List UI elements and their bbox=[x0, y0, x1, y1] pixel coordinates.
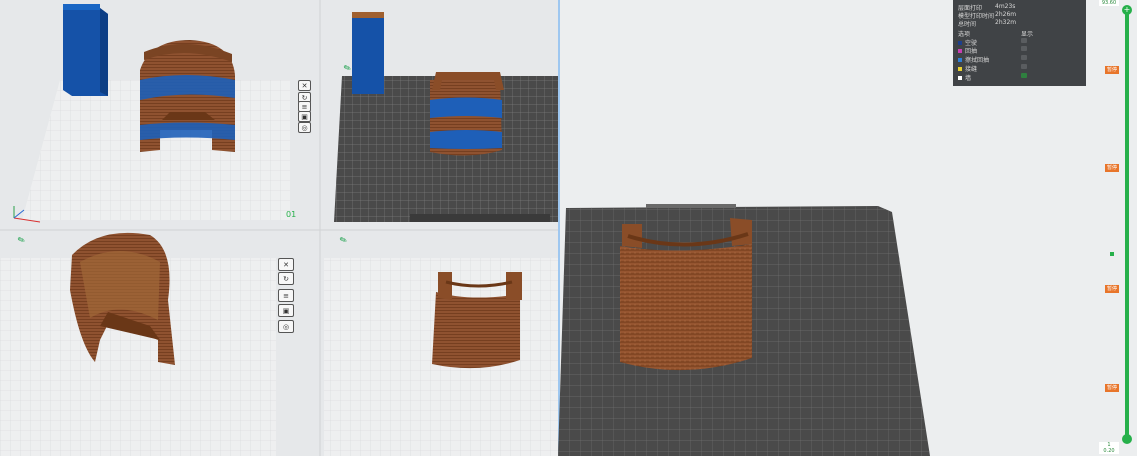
multi-viewport-area: 01 bbox=[0, 0, 560, 456]
legend-label: 接缝 bbox=[965, 66, 978, 73]
rotate-icon[interactable]: ↻ bbox=[278, 272, 294, 285]
show-header: 显示 bbox=[1021, 31, 1034, 38]
layer-number-label: 01 bbox=[286, 210, 296, 219]
travel-swatch-icon bbox=[958, 40, 962, 45]
slider-top-handle[interactable]: + bbox=[1122, 5, 1132, 15]
pause-tag[interactable]: 暂停 bbox=[1105, 285, 1119, 293]
pause-tag[interactable]: 暂停 bbox=[1105, 66, 1119, 74]
legend-label: 擦拭回抽 bbox=[965, 57, 990, 64]
slider-bottom-value: 0.20 bbox=[1099, 448, 1119, 454]
stat-label: 总时间 bbox=[958, 21, 977, 28]
wipe-swatch-icon bbox=[958, 57, 962, 62]
lock-icon[interactable]: ▣ bbox=[298, 111, 311, 122]
viewport-bottom-left[interactable] bbox=[0, 232, 276, 456]
legend-item: 接缝 bbox=[958, 64, 977, 73]
model-top-left[interactable] bbox=[140, 40, 235, 152]
seam-swatch-icon bbox=[958, 66, 962, 71]
wall-swatch-icon bbox=[958, 75, 962, 80]
model-bottom-right[interactable] bbox=[432, 272, 522, 369]
options-header: 选项 bbox=[958, 31, 971, 38]
view-icon[interactable]: ◎ bbox=[278, 320, 294, 333]
print-stats-panel: 层面打印 4m23s 模型打印时间 2h26m 总时间 2h32m 选项 显示 … bbox=[953, 0, 1086, 86]
slider-marker bbox=[1110, 252, 1114, 256]
prime-tower-model[interactable] bbox=[63, 4, 108, 96]
legend-label: 墙 bbox=[965, 75, 972, 82]
legend-label: 回抽 bbox=[965, 48, 978, 55]
legend-item: 回抽 bbox=[958, 46, 977, 55]
show-toggle[interactable] bbox=[1021, 38, 1027, 43]
stat-value: 2h32m bbox=[995, 19, 1017, 26]
layers-icon[interactable]: ≡ bbox=[278, 289, 294, 302]
show-toggle[interactable] bbox=[1021, 64, 1027, 69]
layer-slider-track[interactable] bbox=[1125, 10, 1129, 440]
view-icon[interactable]: ◎ bbox=[298, 122, 311, 133]
show-toggle[interactable] bbox=[1021, 55, 1027, 60]
pause-tag[interactable]: 暂停 bbox=[1105, 164, 1119, 172]
stat-value: 4m23s bbox=[995, 3, 1016, 10]
slider-top-value: 93.60 bbox=[1099, 0, 1119, 6]
prime-tower-model-2[interactable] bbox=[352, 12, 384, 94]
show-toggle[interactable] bbox=[1021, 46, 1027, 51]
lock-icon[interactable]: ▣ bbox=[278, 304, 294, 317]
close-icon[interactable]: ✕ bbox=[298, 80, 311, 91]
viewport-bottom-right[interactable] bbox=[324, 258, 558, 456]
stat-value: 2h26m bbox=[995, 11, 1017, 18]
slider-bottom-handle[interactable] bbox=[1122, 434, 1132, 444]
retract-swatch-icon bbox=[958, 48, 962, 53]
model-top-right[interactable] bbox=[430, 72, 504, 156]
show-toggle[interactable] bbox=[1021, 73, 1027, 78]
pause-tag[interactable]: 暂停 bbox=[1105, 384, 1119, 392]
legend-item: 擦拭回抽 bbox=[958, 55, 989, 64]
legend-item: 墙 bbox=[958, 73, 971, 82]
close-icon[interactable]: ✕ bbox=[278, 258, 294, 271]
